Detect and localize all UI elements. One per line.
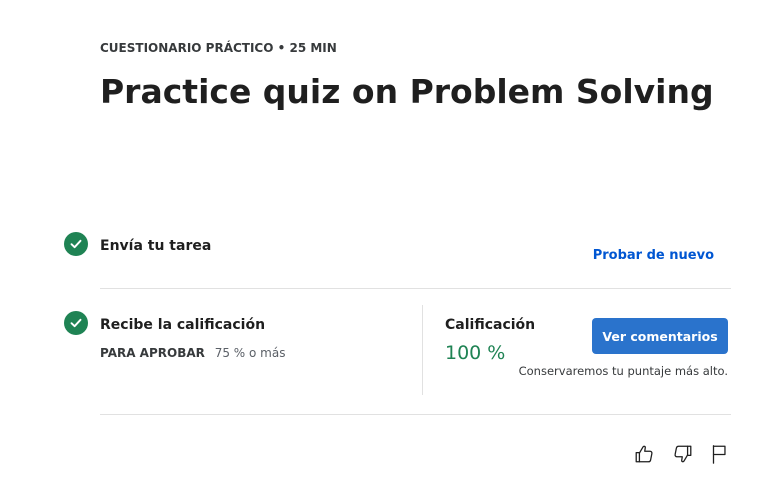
quiz-meta: CUESTIONARIO PRÁCTICO • 25 MIN — [100, 41, 337, 55]
view-feedback-button[interactable]: Ver comentarios — [592, 318, 728, 354]
submit-step-label: Envía tu tarea — [100, 238, 212, 254]
flag-icon[interactable] — [706, 441, 732, 467]
check-circle-icon — [64, 232, 88, 256]
pass-value: 75 % o más — [214, 346, 286, 360]
retry-link[interactable]: Probar de nuevo — [593, 247, 714, 264]
grade-step-label: Recibe la calificación — [100, 317, 266, 333]
check-circle-icon — [64, 311, 88, 335]
pass-label: PARA APROBAR — [100, 346, 205, 360]
thumbs-down-icon[interactable] — [670, 441, 696, 467]
grade-label: Calificación — [445, 317, 536, 333]
highest-score-note: Conservaremos tu puntaje más alto. — [518, 364, 728, 378]
divider — [100, 414, 731, 415]
divider — [100, 288, 731, 289]
quiz-results-page: CUESTIONARIO PRÁCTICO • 25 MIN Practice … — [0, 0, 784, 502]
passing-requirement: PARA APROBAR 75 % o más — [100, 345, 285, 361]
vertical-divider — [422, 305, 423, 395]
grade-value: 100 % — [445, 342, 506, 364]
thumbs-up-icon[interactable] — [631, 441, 657, 467]
page-title: Practice quiz on Problem Solving — [100, 72, 714, 111]
